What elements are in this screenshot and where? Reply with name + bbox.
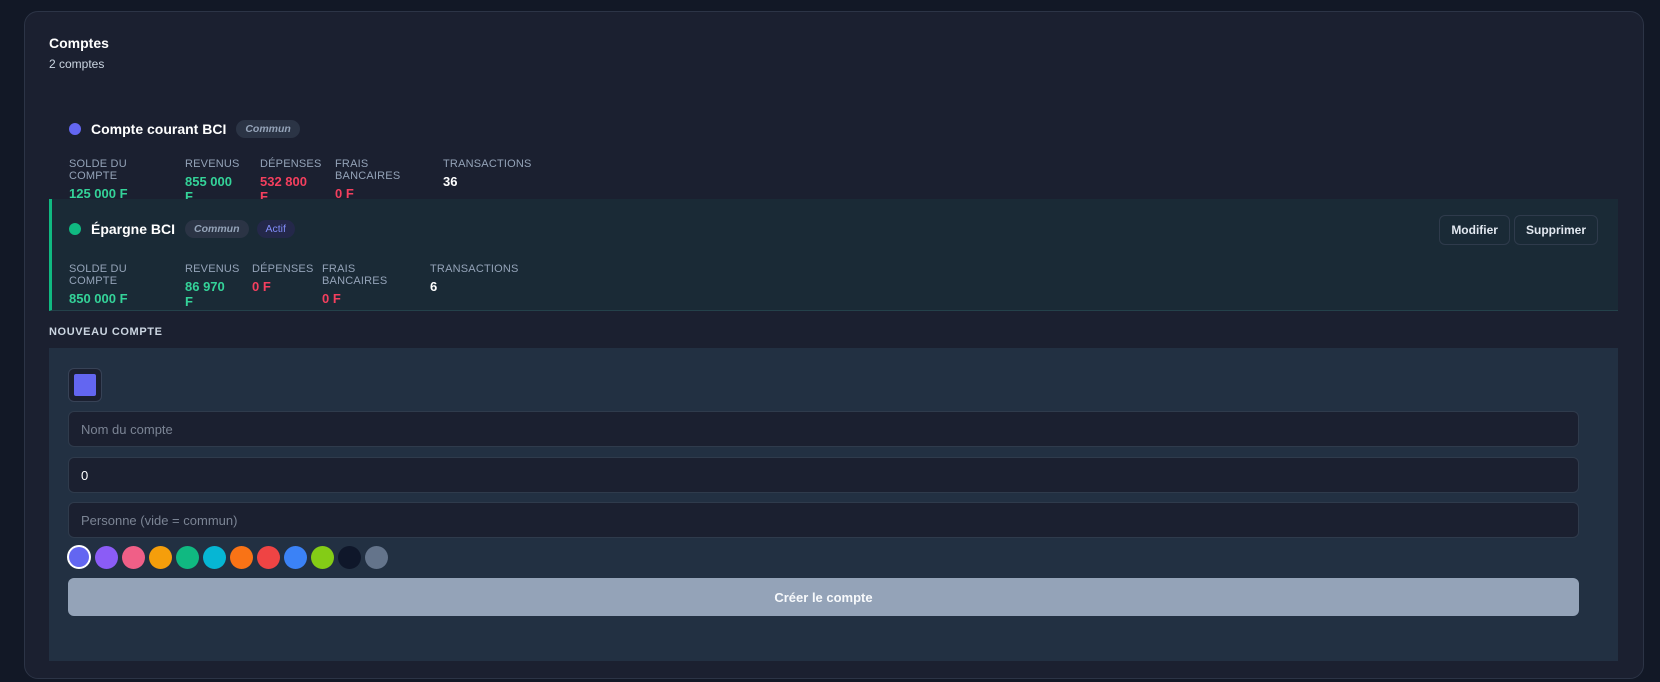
stat-bank-fees: FRAIS BANCAIRES 0 F [335, 158, 401, 201]
color-option-9[interactable] [284, 546, 307, 569]
account-name: Compte courant BCI [91, 121, 227, 137]
color-option-4[interactable] [149, 546, 172, 569]
color-option-7[interactable] [230, 546, 253, 569]
person-input[interactable] [68, 502, 1579, 538]
stat-income: REVENUS 86 970 F [185, 263, 240, 309]
stat-transactions: TRANSACTIONS 6 [430, 263, 519, 294]
delete-account-button[interactable]: Supprimer [1513, 215, 1598, 245]
new-account-heading: NOUVEAU COMPTE [49, 326, 163, 338]
stat-expenses: DÉPENSES 532 800 F [260, 158, 322, 204]
color-option-11[interactable] [338, 546, 361, 569]
accounts-card: Comptes 2 comptes Compte courant BCI Com… [24, 11, 1644, 679]
stat-balance: SOLDE DU COMPTE 850 000 F [69, 263, 128, 306]
color-option-8[interactable] [257, 546, 280, 569]
badge-commun: Commun [236, 120, 300, 138]
initial-balance-input[interactable] [68, 457, 1579, 493]
account-color-dot [69, 223, 81, 235]
edit-account-button[interactable]: Modifier [1439, 215, 1510, 245]
accounts-count: 2 comptes [49, 57, 105, 71]
color-option-1[interactable] [69, 547, 89, 567]
stat-income: REVENUS 855 000 F [185, 158, 240, 204]
account-name-input[interactable] [68, 411, 1579, 447]
account-row-epargne[interactable]: Épargne BCI Commun Actif Modifier Suppri… [49, 199, 1618, 311]
new-account-form: Créer le compte [49, 348, 1618, 661]
color-palette [68, 546, 388, 569]
stat-balance: SOLDE DU COMPTE 125 000 F [69, 158, 128, 201]
account-row-courant[interactable]: Compte courant BCI Commun SOLDE DU COMPT… [49, 107, 1618, 204]
stat-transactions: TRANSACTIONS 36 [443, 158, 532, 189]
selected-color-preview [74, 374, 96, 396]
account-name: Épargne BCI [91, 221, 176, 237]
badge-commun: Commun [185, 220, 249, 238]
color-option-2[interactable] [95, 546, 118, 569]
account-color-dot [69, 123, 81, 135]
stat-bank-fees: FRAIS BANCAIRES 0 F [322, 263, 388, 306]
page-title: Comptes [49, 35, 109, 51]
color-option-10[interactable] [311, 546, 334, 569]
color-picker-button[interactable] [68, 368, 102, 402]
color-option-3[interactable] [122, 546, 145, 569]
create-account-button[interactable]: Créer le compte [68, 578, 1579, 616]
color-option-12[interactable] [365, 546, 388, 569]
color-option-5[interactable] [176, 546, 199, 569]
color-option-6[interactable] [203, 546, 226, 569]
stat-expenses: DÉPENSES 0 F [252, 263, 314, 294]
badge-actif: Actif [256, 220, 295, 238]
